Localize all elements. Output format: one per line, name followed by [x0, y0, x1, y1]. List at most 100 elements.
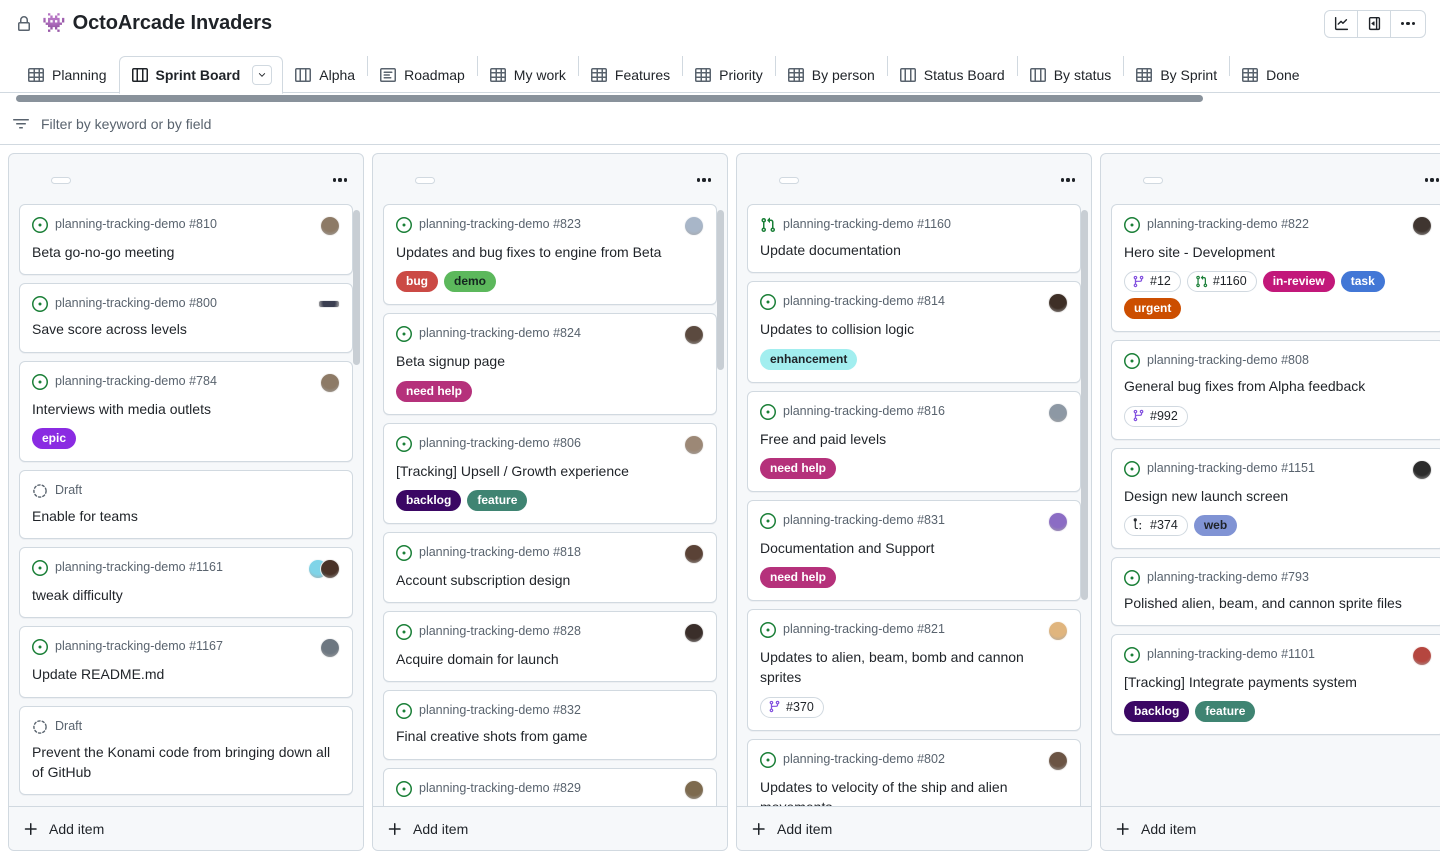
board-card[interactable]: planning-tracking-demo #829 [383, 768, 717, 806]
tab-roadmap[interactable]: Roadmap [368, 56, 477, 93]
assignee-avatars[interactable] [1412, 646, 1432, 666]
assignee-avatars[interactable] [320, 638, 340, 658]
board-card[interactable]: planning-tracking-demo #818Account subsc… [383, 532, 717, 603]
assignee-avatars[interactable] [1412, 216, 1432, 236]
board-card[interactable]: planning-tracking-demo #1161tweak diffic… [19, 547, 353, 618]
label-chip[interactable]: epic [32, 428, 76, 449]
assignee-avatars[interactable] [1048, 751, 1068, 771]
label-chip[interactable]: demo [444, 271, 496, 292]
label-chip[interactable]: feature [1195, 701, 1255, 722]
board-card[interactable]: planning-tracking-demo #832Final creativ… [383, 690, 717, 759]
tab-done[interactable]: Done [1230, 56, 1311, 93]
board-card[interactable]: planning-tracking-demo #1167Update READM… [19, 626, 353, 697]
linked-reference-chip[interactable]: #370 [760, 697, 824, 718]
board-card[interactable]: planning-tracking-demo #1160Update docum… [747, 204, 1081, 273]
assignee-avatars[interactable] [318, 295, 340, 308]
tab-features[interactable]: Features [579, 56, 682, 93]
tab-sprint-board[interactable]: Sprint Board [119, 56, 284, 94]
linked-reference-chip[interactable]: #992 [1124, 406, 1188, 427]
tab-priority[interactable]: Priority [683, 56, 775, 93]
label-chip[interactable]: bug [396, 271, 438, 292]
board-card[interactable]: planning-tracking-demo #810Beta go-no-go… [19, 204, 353, 275]
insights-button[interactable] [1325, 11, 1358, 37]
label-chip[interactable]: backlog [396, 490, 461, 511]
board-card[interactable]: planning-tracking-demo #822Hero site - D… [1111, 204, 1440, 332]
assignee-avatars[interactable] [320, 216, 340, 236]
board-card[interactable]: planning-tracking-demo #823Updates and b… [383, 204, 717, 305]
board-card[interactable]: planning-tracking-demo #793Polished alie… [1111, 557, 1440, 626]
board-card[interactable]: planning-tracking-demo #816Free and paid… [747, 391, 1081, 492]
linked-reference-chip[interactable]: #1160 [1187, 271, 1257, 292]
board-card[interactable]: planning-tracking-demo #828Acquire domai… [383, 611, 717, 682]
board-card[interactable]: planning-tracking-demo #784Interviews wi… [19, 361, 353, 462]
tab-by-status[interactable]: By status [1018, 56, 1124, 93]
column-scroll-area[interactable]: planning-tracking-demo #823Updates and b… [373, 204, 727, 806]
tab-by-sprint[interactable]: By Sprint [1124, 56, 1229, 93]
add-item-button[interactable]: Add item [373, 806, 727, 850]
tab-by-person[interactable]: By person [776, 56, 887, 93]
tab-alpha[interactable]: Alpha [283, 56, 367, 93]
add-item-button[interactable]: Add item [9, 806, 363, 850]
column-menu-button[interactable] [327, 167, 353, 193]
column-scrollbar[interactable] [353, 210, 360, 365]
toggle-sidebar-button[interactable] [1358, 11, 1391, 37]
linked-reference-chip[interactable]: #374 [1124, 515, 1188, 536]
board-card[interactable]: planning-tracking-demo #808General bug f… [1111, 340, 1440, 439]
assignee-avatars[interactable] [684, 623, 704, 643]
filter-icon[interactable] [0, 116, 41, 132]
board-card[interactable]: DraftPrevent the Konami code from bringi… [19, 706, 353, 796]
board-card[interactable]: planning-tracking-demo #1101[Tracking] I… [1111, 634, 1440, 735]
add-item-button[interactable]: Add item [1101, 806, 1440, 850]
label-chip[interactable]: feature [467, 490, 527, 511]
avatar [684, 544, 704, 564]
board-card[interactable]: DraftEnable for teams [19, 470, 353, 539]
add-item-button[interactable]: Add item [737, 806, 1091, 850]
column-scrollbar[interactable] [717, 210, 724, 370]
tab-status-board[interactable]: Status Board [888, 56, 1017, 93]
search-input[interactable] [41, 104, 1440, 144]
assignee-avatars[interactable] [684, 544, 704, 564]
label-chip[interactable]: enhancement [760, 349, 857, 370]
board-card[interactable]: planning-tracking-demo #1151Design new l… [1111, 448, 1440, 549]
column-menu-button[interactable] [691, 167, 717, 193]
assignee-avatars[interactable] [684, 435, 704, 455]
assignee-avatars[interactable] [308, 559, 340, 579]
assignee-avatars[interactable] [1412, 460, 1432, 480]
label-chip[interactable]: need help [760, 458, 836, 479]
assignee-avatars[interactable] [684, 325, 704, 345]
tab-my-work[interactable]: My work [478, 56, 578, 93]
assignee-avatars[interactable] [1048, 293, 1068, 313]
assignee-avatars[interactable] [1048, 403, 1068, 423]
board-card[interactable]: planning-tracking-demo #821Updates to al… [747, 609, 1081, 731]
tabs-scrollbar-thumb[interactable] [16, 95, 1203, 102]
label-chip[interactable]: urgent [1124, 298, 1181, 319]
board-card[interactable]: planning-tracking-demo #806[Tracking] Up… [383, 423, 717, 524]
assignee-avatars[interactable] [684, 780, 704, 800]
board-card[interactable]: planning-tracking-demo #824Beta signup p… [383, 313, 717, 414]
label-chip[interactable]: task [1341, 271, 1385, 292]
tab-planning[interactable]: Planning [16, 56, 119, 93]
assignee-avatars[interactable] [1048, 512, 1068, 532]
assignee-avatars[interactable] [320, 373, 340, 393]
column-scroll-area[interactable]: planning-tracking-demo #1160Update docum… [737, 204, 1091, 806]
column-scroll-area[interactable]: planning-tracking-demo #822Hero site - D… [1101, 204, 1440, 806]
label-chip[interactable]: backlog [1124, 701, 1189, 722]
assignee-avatars[interactable] [1048, 621, 1068, 641]
label-chip[interactable]: web [1194, 515, 1237, 536]
board-card[interactable]: planning-tracking-demo #814Updates to co… [747, 281, 1081, 382]
label-chip[interactable]: need help [760, 567, 836, 588]
column-menu-button[interactable] [1055, 167, 1081, 193]
column-scrollbar[interactable] [1081, 210, 1088, 600]
tabs-horizontal-scrollbar[interactable] [0, 93, 1440, 104]
board-card[interactable]: planning-tracking-demo #831Documentation… [747, 500, 1081, 601]
board-card[interactable]: planning-tracking-demo #800Save score ac… [19, 283, 353, 352]
linked-reference-chip[interactable]: #12 [1124, 271, 1181, 292]
label-chip[interactable]: in-review [1263, 271, 1335, 292]
assignee-avatars[interactable] [684, 216, 704, 236]
chevron-down-icon[interactable] [252, 65, 272, 85]
more-options-button[interactable] [1391, 11, 1425, 37]
label-chip[interactable]: need help [396, 381, 472, 402]
board-card[interactable]: planning-tracking-demo #802Updates to ve… [747, 739, 1081, 806]
column-scroll-area[interactable]: planning-tracking-demo #810Beta go-no-go… [9, 204, 363, 806]
column-menu-button[interactable] [1419, 167, 1440, 193]
